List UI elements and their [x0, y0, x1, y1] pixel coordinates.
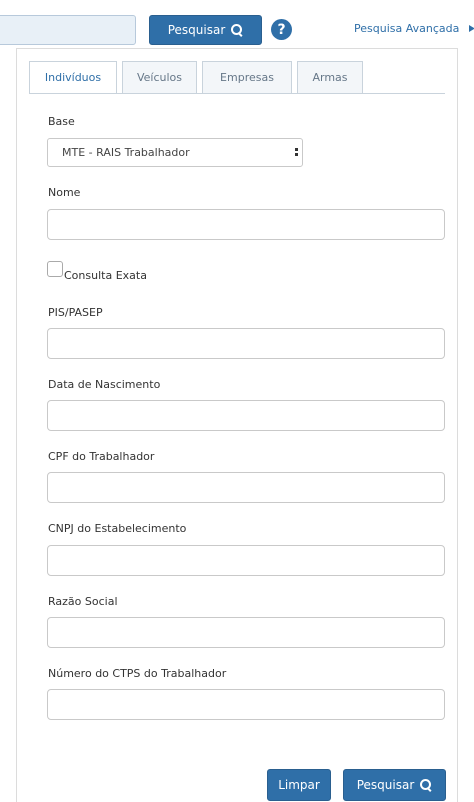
nome-input[interactable]: [47, 209, 445, 240]
question-circle-icon[interactable]: ?: [271, 19, 292, 40]
exact-search-label: Consulta Exata: [64, 269, 147, 282]
ctps-label: Número do CTPS do Trabalhador: [48, 667, 227, 680]
ctps-input[interactable]: [47, 689, 445, 720]
top-search-button[interactable]: Pesquisar: [149, 15, 262, 45]
base-label: Base: [48, 115, 75, 128]
clear-button[interactable]: Limpar: [267, 769, 331, 801]
cnpj-input[interactable]: [47, 545, 445, 576]
advanced-search-link[interactable]: Pesquisa Avançada: [354, 22, 459, 35]
top-search-input[interactable]: [0, 15, 136, 45]
tab-divider: [29, 93, 445, 94]
base-select[interactable]: MTE - RAIS Trabalhador: [47, 138, 303, 167]
search-button[interactable]: Pesquisar: [343, 769, 446, 801]
tab-individuos[interactable]: Indivíduos: [29, 61, 117, 93]
search-icon: [420, 779, 432, 791]
razao-social-input[interactable]: [47, 617, 445, 648]
pis-input[interactable]: [47, 328, 445, 359]
clear-button-label: Limpar: [278, 778, 320, 792]
razao-social-label: Razão Social: [48, 595, 118, 608]
select-arrows-icon: [294, 145, 299, 159]
cpf-label: CPF do Trabalhador: [48, 450, 155, 463]
base-select-value: MTE - RAIS Trabalhador: [62, 146, 190, 159]
search-icon: [231, 24, 243, 36]
top-search-button-label: Pesquisar: [167, 23, 226, 37]
cpf-input[interactable]: [47, 472, 445, 503]
caret-right-icon: [469, 25, 474, 32]
search-panel: Indivíduos Veículos Empresas Armas Base …: [16, 48, 458, 802]
birthdate-label: Data de Nascimento: [48, 378, 161, 391]
tab-empresas[interactable]: Empresas: [202, 61, 292, 93]
birthdate-input[interactable]: [47, 400, 445, 431]
nome-label: Nome: [48, 186, 81, 199]
search-button-label: Pesquisar: [356, 778, 415, 792]
tab-armas[interactable]: Armas: [297, 61, 363, 93]
exact-search-checkbox[interactable]: [47, 261, 63, 277]
cnpj-label: CNPJ do Estabelecimento: [48, 522, 187, 535]
pis-label: PIS/PASEP: [48, 306, 103, 319]
tab-bar: Indivíduos Veículos Empresas Armas: [29, 61, 363, 93]
tab-veiculos[interactable]: Veículos: [122, 61, 197, 93]
